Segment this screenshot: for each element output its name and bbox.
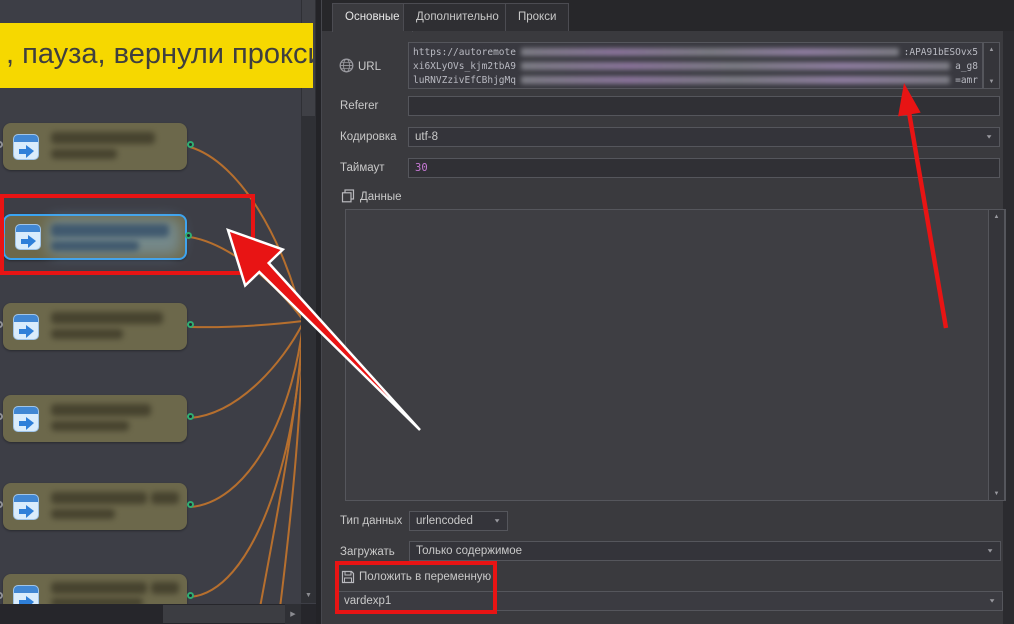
save-to-variable-select[interactable]: vardexp1 xyxy=(337,591,1003,611)
properties-panel: Основные Дополнительно Прокси URL https:… xyxy=(322,0,1014,624)
node-output-port[interactable] xyxy=(187,592,194,599)
node-output-port[interactable] xyxy=(187,321,194,328)
http-get-icon xyxy=(13,494,39,520)
scroll-up-icon[interactable] xyxy=(989,210,1004,223)
url-input[interactable]: https://autoremote :APA91bESOvx5 xi6XLyO… xyxy=(408,42,983,89)
tab-main[interactable]: Основные xyxy=(332,3,413,32)
scroll-down-icon[interactable] xyxy=(989,487,1004,500)
data-type-select[interactable]: urlencoded xyxy=(409,511,508,531)
globe-www-icon xyxy=(339,58,353,72)
node-input-port[interactable] xyxy=(0,592,3,599)
node-input-port[interactable] xyxy=(0,501,3,508)
http-get-icon xyxy=(15,224,41,250)
data-scrollbar[interactable] xyxy=(988,210,1005,500)
canvas-vertical-scrollbar[interactable] xyxy=(301,0,316,603)
node-input-port[interactable] xyxy=(0,141,3,148)
scrollbar-thumb[interactable] xyxy=(163,605,285,623)
flow-node[interactable] xyxy=(3,303,187,350)
flow-node[interactable] xyxy=(3,123,187,170)
flow-canvas[interactable]: , пауза, вернули прокси xyxy=(0,0,316,624)
node-output-port[interactable] xyxy=(185,232,192,239)
scroll-right-icon[interactable] xyxy=(285,604,301,624)
blurred-url-segment xyxy=(521,76,950,84)
encoding-select[interactable]: utf-8 xyxy=(408,127,1000,147)
scroll-down-icon[interactable] xyxy=(984,75,999,88)
node-input-port[interactable] xyxy=(0,321,3,328)
load-mode-label: Загружать xyxy=(340,546,395,558)
http-get-icon xyxy=(13,134,39,160)
data-label: Данные xyxy=(360,191,402,203)
http-get-icon xyxy=(13,314,39,340)
url-label: URL xyxy=(358,61,381,73)
node-output-port[interactable] xyxy=(187,413,194,420)
http-get-icon xyxy=(13,406,39,432)
node-input-port[interactable] xyxy=(0,232,5,239)
referer-label: Referer xyxy=(340,100,378,112)
tab-bar: Основные Дополнительно Прокси xyxy=(322,0,1014,31)
data-textarea[interactable] xyxy=(345,209,1006,501)
app-window: , пауза, вернули прокси xyxy=(0,0,1014,624)
url-line1-prefix: https://autoremote xyxy=(413,47,516,58)
node-output-port[interactable] xyxy=(187,141,194,148)
url-line1-suffix: :APA91bESOvx5 xyxy=(904,47,978,58)
url-line2-suffix: a_g8 xyxy=(955,61,978,72)
url-line3-prefix: luRNVZzivEfCBhjgMq xyxy=(413,75,516,86)
floppy-disk-icon xyxy=(341,570,355,584)
save-to-variable-label: Положить в переменную xyxy=(359,571,491,583)
referer-input[interactable] xyxy=(408,96,1000,116)
tab-additional[interactable]: Дополнительно xyxy=(403,3,512,31)
url-line3-suffix: =amr xyxy=(955,75,978,86)
scroll-down-icon[interactable] xyxy=(301,588,316,603)
blurred-url-segment xyxy=(521,48,899,56)
scroll-up-icon[interactable] xyxy=(984,43,999,56)
tab-proxy[interactable]: Прокси xyxy=(505,3,569,31)
encoding-label: Кодировка xyxy=(340,131,397,143)
blurred-url-segment xyxy=(521,62,950,70)
load-mode-select[interactable]: Только содержимое xyxy=(409,541,1001,561)
flow-node[interactable] xyxy=(3,395,187,442)
timeout-label: Таймаут xyxy=(340,162,385,174)
status-banner: , пауза, вернули прокси xyxy=(0,23,313,88)
copy-icon xyxy=(341,189,355,203)
node-output-port[interactable] xyxy=(187,501,194,508)
data-type-label: Тип данных xyxy=(340,515,402,527)
url-scrollbar[interactable] xyxy=(983,42,1000,89)
flow-node[interactable] xyxy=(3,483,187,530)
timeout-input[interactable]: 30 xyxy=(408,158,1000,178)
node-input-port[interactable] xyxy=(0,413,3,420)
flow-node-selected[interactable] xyxy=(3,214,187,260)
url-line2-prefix: xi6XLyOVs_kjm2tbA9 xyxy=(413,61,516,72)
canvas-horizontal-scrollbar[interactable] xyxy=(0,604,316,624)
